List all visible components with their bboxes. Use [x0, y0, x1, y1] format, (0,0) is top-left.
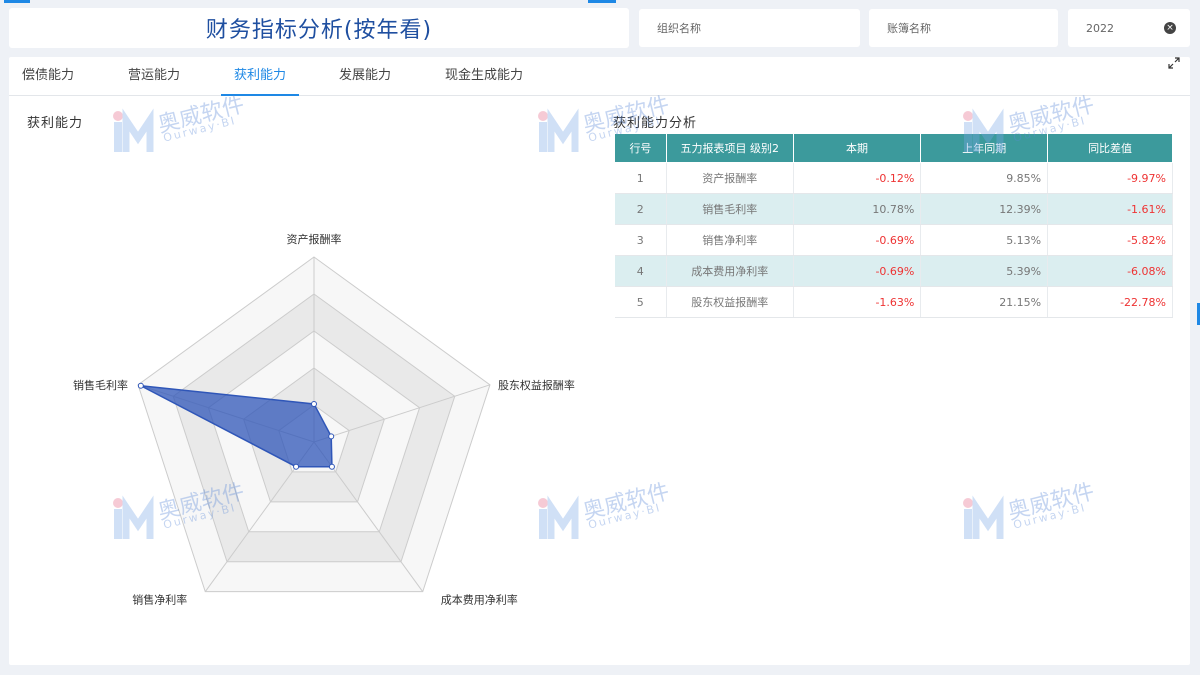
book-filter[interactable]: 账簿名称 — [869, 9, 1058, 47]
radar-point — [328, 433, 335, 440]
cell-prior: 5.39% — [920, 255, 1049, 287]
table-row[interactable]: 3 销售净利率 -0.69% 5.13% -5.82% — [614, 224, 1173, 256]
col-header-current[interactable]: 本期 — [792, 133, 922, 163]
tab-cash-generation[interactable]: 现金生成能力 — [434, 57, 534, 96]
cell-item: 销售毛利率 — [666, 193, 794, 225]
table-row[interactable]: 2 销售毛利率 10.78% 12.39% -1.61% — [614, 193, 1173, 225]
year-filter-value: 2022 — [1086, 21, 1114, 35]
cell-diff: -5.82% — [1047, 224, 1173, 256]
cell-diff: -9.97% — [1047, 162, 1173, 194]
clear-icon[interactable]: × — [1164, 22, 1176, 34]
cell-no: 5 — [614, 286, 667, 318]
org-filter-placeholder: 组织名称 — [657, 22, 701, 35]
cell-no: 2 — [614, 193, 667, 225]
profitability-table: 行号 五力报表项目 级别2 本期 上年同期 同比差值 1 资产报酬率 -0.12… — [614, 133, 1173, 318]
cell-current: 10.78% — [793, 193, 922, 225]
report-title: 财务指标分析(按年看) — [205, 18, 433, 43]
cell-item: 成本费用净利率 — [666, 255, 794, 287]
cell-prior: 5.13% — [920, 224, 1049, 256]
top-accent-line-right — [588, 0, 616, 3]
top-accent-line-left — [4, 0, 30, 3]
radar-indicator-label: 资产报酬率 — [287, 232, 342, 246]
cell-current: -0.12% — [793, 162, 922, 194]
cell-no: 3 — [614, 224, 667, 256]
col-header-prior[interactable]: 上年同期 — [920, 133, 1049, 163]
radar-indicator-label: 销售净利率 — [132, 593, 187, 607]
cell-item: 资产报酬率 — [666, 162, 794, 194]
cell-diff: -6.08% — [1047, 255, 1173, 287]
table-header-row: 行号 五力报表项目 级别2 本期 上年同期 同比差值 — [614, 133, 1173, 163]
tab-bar: 偿债能力 营运能力 获利能力 发展能力 现金生成能力 — [9, 57, 1190, 96]
col-header-item[interactable]: 五力报表项目 级别2 — [665, 133, 794, 163]
cell-diff: -1.61% — [1047, 193, 1173, 225]
cell-current: -1.63% — [793, 286, 922, 318]
radar-indicator-label: 销售毛利率 — [73, 378, 128, 392]
radar-point — [137, 382, 144, 389]
cell-no: 1 — [614, 162, 667, 194]
table-row[interactable]: 1 资产报酬率 -0.12% 9.85% -9.97% — [614, 162, 1173, 194]
report-title-box: 财务指标分析(按年看) — [9, 8, 629, 48]
cell-current: -0.69% — [793, 255, 922, 287]
radar-indicator-label: 成本费用净利率 — [441, 593, 518, 607]
cell-prior: 12.39% — [920, 193, 1049, 225]
radar-point — [293, 463, 300, 470]
cell-prior: 21.15% — [920, 286, 1049, 318]
year-filter[interactable]: 2022 × — [1068, 9, 1190, 47]
book-filter-placeholder: 账簿名称 — [887, 22, 931, 35]
radar-point — [311, 400, 317, 407]
org-filter[interactable]: 组织名称 — [639, 9, 860, 47]
main-panel: 偿债能力 营运能力 获利能力 发展能力 现金生成能力 获利能力 资产报酬率股东权… — [9, 57, 1190, 665]
radar-indicator-label: 股东权益报酬率 — [498, 378, 575, 392]
table-row[interactable]: 5 股东权益报酬率 -1.63% 21.15% -22.78% — [614, 286, 1173, 318]
table-section-title: 获利能力分析 — [613, 116, 698, 131]
radar-point — [328, 463, 335, 470]
cell-item: 股东权益报酬率 — [666, 286, 794, 318]
table-row[interactable]: 4 成本费用净利率 -0.69% 5.39% -6.08% — [614, 255, 1173, 287]
col-header-diff[interactable]: 同比差值 — [1047, 133, 1173, 163]
tab-solvency[interactable]: 偿债能力 — [9, 57, 87, 96]
cell-item: 销售净利率 — [666, 224, 794, 256]
expand-icon[interactable] — [1168, 57, 1180, 72]
cell-prior: 9.85% — [920, 162, 1049, 194]
radar-section-title: 获利能力 — [27, 116, 84, 131]
tab-profitability[interactable]: 获利能力 — [221, 57, 299, 96]
radar-chart: 资产报酬率股东权益报酬率成本费用净利率 销售净利率 销售毛利率 — [73, 232, 575, 607]
col-header-no[interactable]: 行号 — [614, 133, 667, 163]
cell-diff: -22.78% — [1047, 286, 1173, 318]
cell-current: -0.69% — [793, 224, 922, 256]
tab-development[interactable]: 发展能力 — [326, 57, 404, 96]
tab-operating[interactable]: 营运能力 — [115, 57, 193, 96]
cell-no: 4 — [614, 255, 667, 287]
